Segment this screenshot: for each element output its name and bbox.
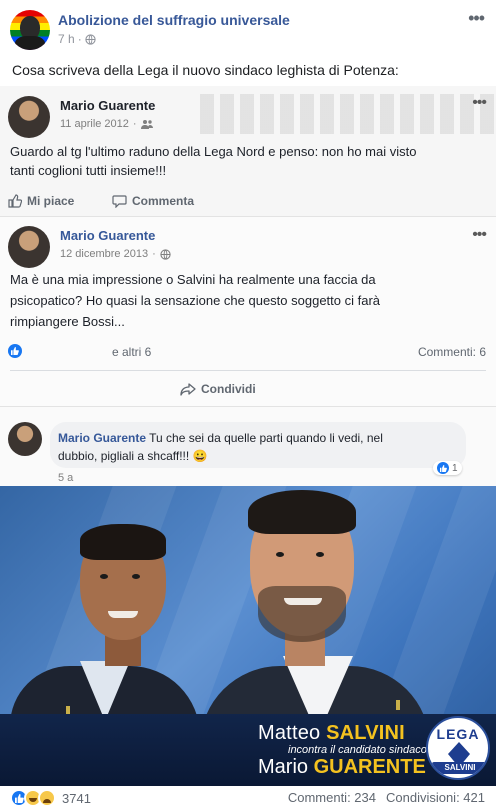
- post-date: 12 dicembre 2013 ·: [60, 248, 171, 260]
- share-icon: [180, 382, 196, 396]
- author-name: Mario Guarente: [60, 228, 156, 243]
- shares-count-link[interactable]: Condivisioni: 421: [386, 790, 485, 805]
- meta-separator: ·: [77, 32, 82, 46]
- banner-text: Mario: [258, 756, 309, 778]
- author-avatar: [8, 226, 50, 268]
- post-date: 11 aprile 2012 ·: [60, 118, 153, 130]
- comments-count: Commenti: 6: [417, 345, 486, 359]
- post-text-line: tanti coglioni tutti insieme!!!: [10, 163, 167, 178]
- reactions-count[interactable]: 3741: [62, 791, 91, 806]
- like-action: Mi piace: [8, 194, 74, 208]
- banner-text-bold: SALVINI: [326, 722, 405, 744]
- engagement-counts: Commenti: 234 Condivisioni: 421: [288, 790, 485, 805]
- globe-icon: [160, 248, 171, 260]
- banner-text: Matteo: [258, 722, 321, 744]
- comment-text: Mario Guarente Tu che sei da quelle part…: [58, 429, 383, 465]
- post-text-line: psicopatico? Ho quasi la sensazione che …: [10, 293, 381, 308]
- logo-text: LEGA: [436, 726, 480, 742]
- date-separator: ·: [132, 118, 137, 130]
- comment-author: Mario Guarente: [58, 431, 147, 445]
- reactions-summary: [8, 344, 22, 358]
- post-text-line: Guardo al tg l'ultimo raduno della Lega …: [10, 144, 417, 159]
- friends-icon: [140, 120, 153, 129]
- post-header: Abolizione del suffragio universale 7 h …: [0, 0, 496, 56]
- post-image[interactable]: Mario Guarente 11 aprile 2012 · ••• Guar…: [0, 86, 496, 786]
- reactions-others: e altri 6: [112, 345, 152, 359]
- post-text-line: rimpiangere Bossi...: [10, 314, 125, 329]
- comment-reaction-count: 1: [452, 462, 458, 474]
- banner-line-1: Matteo SALVINI: [258, 722, 405, 745]
- screenshot-post-2: [0, 216, 496, 406]
- date-separator: ·: [152, 248, 156, 260]
- post-text-line: Ma è una mia impressione o Salvini ha re…: [10, 272, 376, 287]
- knight-icon: [448, 742, 470, 762]
- comment-text-line: dubbio, pigliali a shcaff!!! 😀: [58, 449, 208, 463]
- thumbs-up-icon: [8, 194, 22, 208]
- share-label: Condividi: [201, 382, 256, 396]
- comment-icon: [112, 195, 127, 208]
- commenter-avatar: [8, 422, 42, 456]
- banner-text-bold: GUARENTE: [313, 756, 426, 778]
- comments-count-link[interactable]: Commenti: 234: [288, 790, 376, 805]
- logo-band: SALVINI: [432, 762, 488, 774]
- campaign-photo: Matteo SALVINI incontra il candidato sin…: [0, 486, 496, 786]
- author-avatar: [8, 96, 50, 138]
- post-footer: 3741 Commenti: 234 Condivisioni: 421: [0, 786, 496, 809]
- post-date-text: 12 dicembre 2013: [60, 248, 149, 260]
- author-name: Mario Guarente: [60, 98, 156, 113]
- globe-icon: [85, 33, 96, 45]
- banner-line-3: Mario GUARENTE: [258, 756, 426, 779]
- screenshot-options-icon: •••: [472, 94, 487, 111]
- post-time[interactable]: 7 h: [58, 32, 75, 46]
- screenshot-post-1: Mario Guarente 11 aprile 2012 · ••• Guar…: [0, 86, 496, 216]
- comment-action: Commenta: [112, 194, 194, 208]
- post-options-button[interactable]: •••: [468, 8, 485, 29]
- like-label: Mi piace: [27, 194, 75, 208]
- banner-line-2: incontra il candidato sindaco: [288, 744, 427, 756]
- like-reaction-icon: [437, 462, 449, 474]
- post-date-text: 11 aprile 2012: [60, 118, 129, 130]
- page-avatar[interactable]: [10, 10, 50, 50]
- lega-logo: LEGA SALVINI: [426, 716, 490, 780]
- reactions-summary[interactable]: 3741: [10, 789, 91, 807]
- page-name-link[interactable]: Abolizione del suffragio universale: [58, 12, 290, 28]
- screenshot-options-icon: •••: [472, 226, 487, 243]
- like-reaction-icon: [8, 344, 22, 358]
- comment-text-line: Tu che sei da quelle parti quando li ved…: [149, 431, 383, 445]
- comment-age: 5 a: [58, 472, 74, 484]
- comment-label: Commenta: [132, 194, 195, 208]
- sad-reaction-icon: [38, 789, 56, 807]
- share-action: Condividi: [180, 382, 256, 396]
- comment-reaction-badge: 1: [433, 461, 462, 475]
- post-meta: 7 h ·: [58, 32, 96, 46]
- post-text: Cosa scriveva della Lega il nuovo sindac…: [12, 62, 399, 78]
